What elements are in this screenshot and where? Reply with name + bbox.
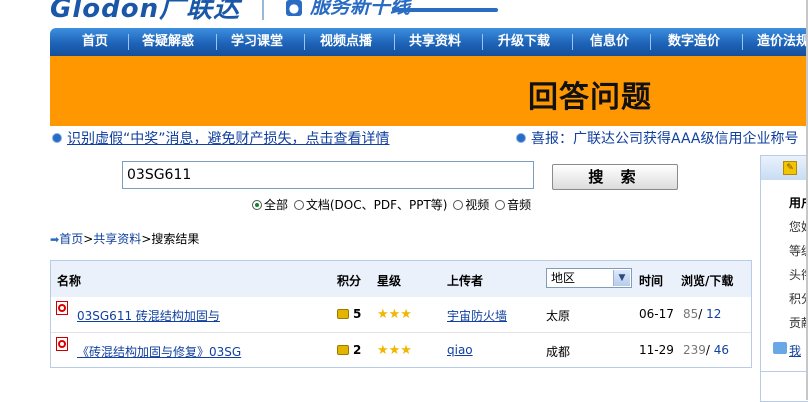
table-header: 名称 积分 星级 上传者 地区 ▼ 时间 浏览/下载 (51, 261, 751, 297)
result-points: 2 (337, 343, 361, 357)
nav-shared[interactable]: 共享资料 (409, 28, 461, 56)
nav-separator (482, 34, 483, 50)
radio-label: 音频 (507, 198, 532, 212)
user-panel-link[interactable]: 我 (789, 342, 801, 359)
views-count: 85 (683, 307, 699, 321)
region-select[interactable]: 地区 ▼ (546, 268, 632, 288)
user-panel-header: ✎ (761, 156, 808, 180)
breadcrumb-home[interactable]: 首页 (59, 232, 83, 246)
breadcrumb-separator: > (83, 232, 94, 246)
bullet-icon (52, 133, 62, 143)
bullet-icon (516, 133, 526, 143)
user-panel: ✎ 用户 您好 等级 头衔 积分 贡献 我 (760, 155, 808, 402)
nav-separator (650, 34, 651, 50)
table-row: 《砖混结构加固与修复》03SG 2 ★★★ qiao 成都 11-29 239/… (51, 332, 751, 367)
notice-fraud: 识别虚假“中奖”消息，避免财产损失，点击查看详情 (52, 130, 390, 148)
notice-award: 喜报：广联达公司获得AAA级信用企业称号 (516, 130, 799, 148)
radio-label: 文档(DOC、PDF、PPT等) (305, 198, 448, 212)
radio-docs[interactable]: 文档(DOC、PDF、PPT等) (293, 196, 448, 213)
nav-separator (394, 34, 395, 50)
result-title-link[interactable]: 《砖混结构加固与修复》03SG (77, 343, 241, 360)
nav-regulations[interactable]: 造价法规 (757, 28, 808, 56)
rating-stars-icon: ★★★ (377, 343, 412, 358)
radio-label: 全部 (264, 198, 289, 212)
breadcrumb-current: 搜索结果 (151, 232, 200, 246)
nav-learning[interactable]: 学习课堂 (231, 28, 283, 56)
uploader-link[interactable]: qiao (447, 343, 473, 357)
header-rating: 星级 (377, 274, 402, 288)
radio-all[interactable]: 全部 (252, 196, 288, 213)
result-time: 11-29 (639, 343, 674, 357)
downloads-count: 12 (706, 307, 722, 321)
points-value: 5 (353, 307, 362, 321)
breadcrumb: ➡首页>共享资料>搜索结果 (50, 230, 199, 247)
nav-separator (304, 34, 305, 50)
glodon-logo[interactable]: Glodon广联达 (50, 0, 240, 22)
notice-fraud-link[interactable]: 识别虚假“中奖”消息，避免财产损失，点击查看详情 (67, 131, 390, 147)
radio-dot (453, 199, 464, 210)
nav-separator (572, 34, 573, 50)
radio-dot-selected (252, 199, 262, 210)
result-views-downloads: 239/ 46 (683, 343, 730, 357)
nav-download[interactable]: 升级下载 (498, 28, 550, 56)
nav-separator (742, 34, 743, 50)
radio-video[interactable]: 视频 (453, 196, 489, 213)
result-title-link[interactable]: 03SG611 砖混结构加固与 (77, 307, 220, 324)
site-header: Glodon广联达 ● 服务新干线 (0, 0, 808, 22)
breadcrumb-shared[interactable]: 共享资料 (93, 232, 141, 246)
downloads-count: 46 (713, 343, 730, 357)
notice-award-text[interactable]: 喜报：广联达公司获得AAA级信用企业称号 (531, 131, 799, 147)
radio-label: 视频 (465, 198, 490, 212)
nav-home[interactable]: 首页 (82, 28, 108, 56)
result-views-downloads: 85/ 12 (683, 307, 722, 321)
page-title: 回答问题 (528, 80, 652, 115)
notepad-icon: ✎ (783, 161, 797, 175)
table-row: 03SG611 砖混结构加固与 5 ★★★ 宇宙防火墙 太原 06-17 85/… (51, 297, 751, 331)
nav-digital-cost[interactable]: 数字造价 (668, 28, 720, 56)
result-region: 太原 (546, 309, 571, 323)
header-time: 时间 (639, 274, 664, 288)
region-select-value: 地区 (551, 271, 576, 285)
nav-separator (216, 34, 217, 50)
page-banner: 回答问题 (50, 56, 808, 126)
radio-dot (495, 199, 506, 210)
radio-audio[interactable]: 音频 (495, 196, 531, 213)
header-name: 名称 (57, 274, 82, 288)
header-points: 积分 (337, 274, 362, 288)
search-type-options: 全部 文档(DOC、PDF、PPT等) 视频 音频 (252, 196, 533, 212)
views-count: 239 (683, 343, 706, 357)
search-button[interactable]: 搜 索 (552, 164, 678, 190)
user-panel-footer (761, 371, 808, 401)
result-region: 成都 (546, 345, 571, 359)
nav-price-info[interactable]: 信息价 (590, 28, 629, 56)
header-uploader: 上传者 (447, 274, 484, 288)
radio-dot (293, 199, 304, 210)
breadcrumb-arrow-icon: ➡ (50, 233, 60, 246)
edit-icon (773, 342, 787, 354)
result-time: 06-17 (639, 307, 674, 321)
logo-divider (262, 0, 264, 20)
uploader-link[interactable]: 宇宙防火墙 (447, 307, 507, 324)
breadcrumb-separator: > (141, 232, 152, 246)
points-value: 2 (353, 343, 362, 357)
slogan-swoosh (392, 8, 498, 12)
result-points: 5 (337, 307, 361, 321)
nav-video[interactable]: 视频点播 (320, 28, 372, 56)
coin-icon (337, 344, 349, 355)
pdf-icon (56, 301, 68, 315)
pdf-icon (56, 337, 68, 351)
service-badge-icon: ● (286, 0, 302, 16)
rating-stars-icon: ★★★ (377, 307, 412, 322)
search-input[interactable] (122, 161, 534, 189)
coin-icon (337, 308, 349, 319)
nav-qa[interactable]: 答疑解惑 (142, 28, 194, 56)
nav-separator (128, 34, 129, 50)
chevron-down-icon: ▼ (613, 270, 630, 286)
header-views-downloads: 浏览/下载 (681, 274, 734, 288)
main-nav: 首页 答疑解惑 学习课堂 视频点播 共享资料 升级下载 信息价 数字造价 造价法… (50, 28, 808, 56)
results-table: 名称 积分 星级 上传者 地区 ▼ 时间 浏览/下载 03SG611 砖混结构加… (50, 260, 752, 368)
